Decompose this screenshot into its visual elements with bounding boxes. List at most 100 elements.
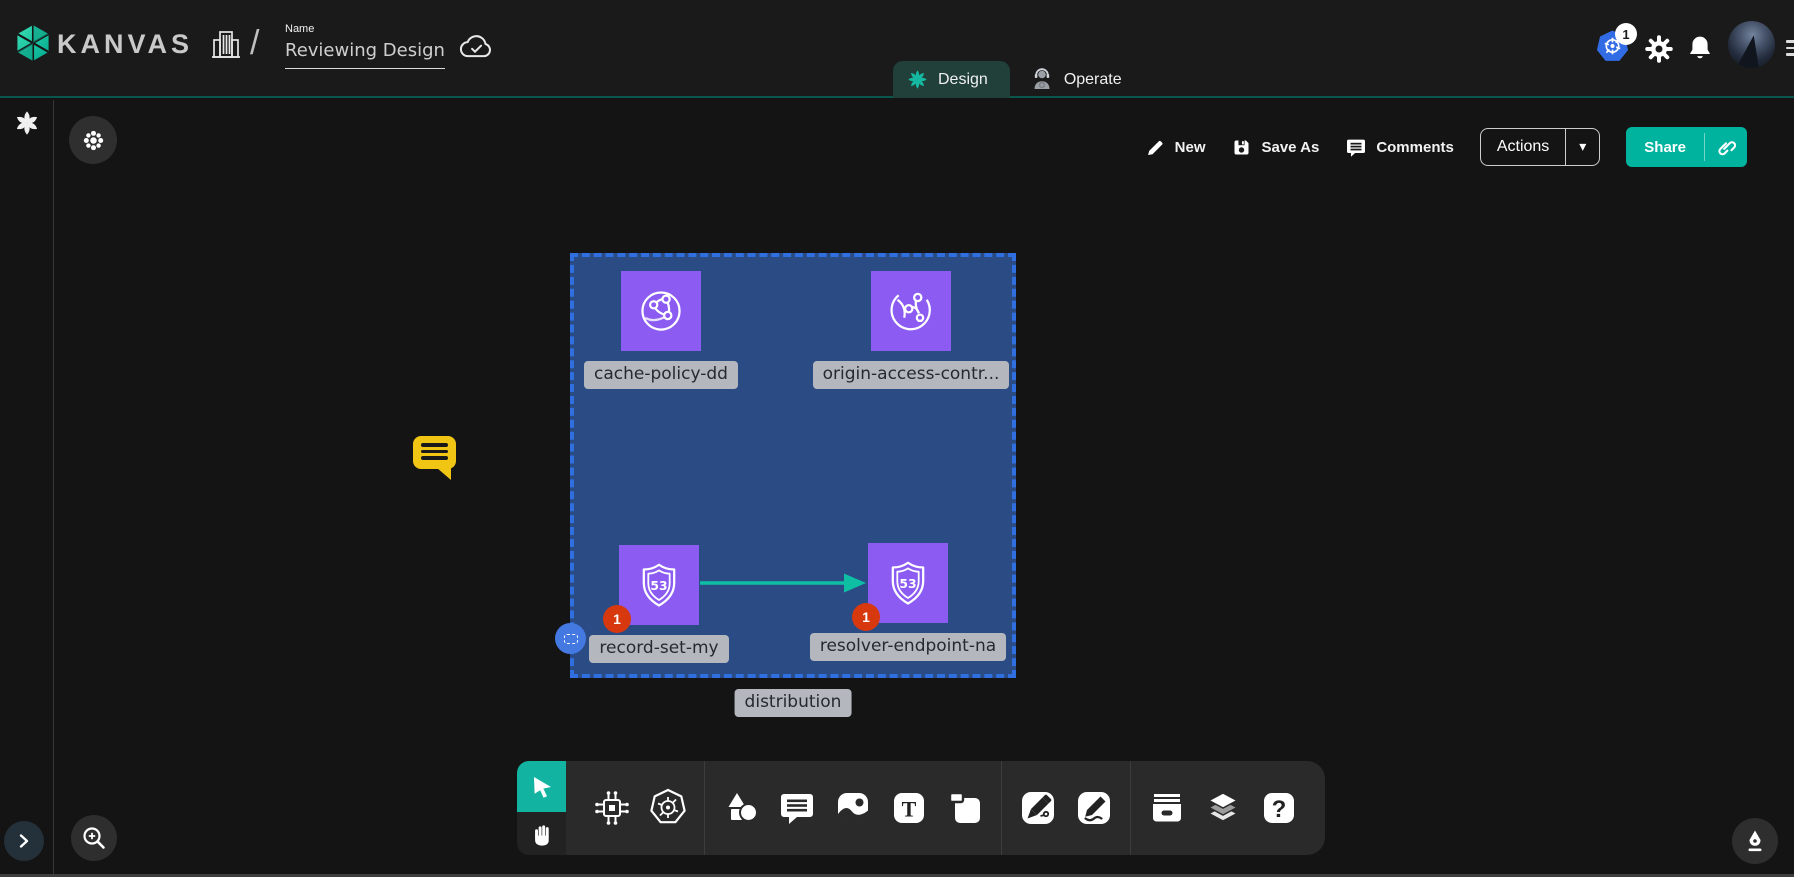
save-as-button[interactable]: Save As: [1231, 137, 1319, 158]
group-label-wrap: distribution: [735, 689, 852, 717]
save-as-label: Save As: [1261, 139, 1319, 156]
chevron-right-icon: [15, 832, 33, 850]
hand-icon: [529, 821, 555, 847]
link-icon: [1715, 136, 1737, 158]
app-header: KANVAS / Name: [0, 0, 1794, 98]
shapes-icon: [719, 786, 763, 830]
comment-bubble-icon: [775, 786, 819, 830]
copy-link-button[interactable]: [1705, 127, 1747, 167]
help-tool-button[interactable]: ?: [1256, 785, 1302, 831]
freehand-pencil-icon: [1072, 786, 1116, 830]
text-tool-button[interactable]: T: [886, 785, 932, 831]
tool-panel: T: [566, 761, 1325, 855]
brand-wordmark[interactable]: KANVAS: [57, 29, 193, 60]
breadcrumb-separator: /: [250, 24, 259, 63]
actions-split-button: Actions ▾: [1480, 128, 1600, 166]
node-record-set[interactable]: 1 53 record-set-my: [569, 545, 749, 663]
comments-label: Comments: [1376, 139, 1454, 156]
comment-tool-button[interactable]: [774, 785, 820, 831]
notifications-bell-icon[interactable]: [1687, 33, 1713, 63]
image-icon: [831, 786, 875, 830]
pencil-tool-button[interactable]: [1071, 785, 1117, 831]
design-tab-icon: [907, 69, 928, 90]
organization-icon[interactable]: [210, 27, 242, 63]
kubernetes-tool-button[interactable]: [645, 785, 691, 831]
design-pen-button[interactable]: [1732, 818, 1778, 864]
design-name-group: Name: [285, 23, 445, 69]
settings-gear-icon[interactable]: [1644, 34, 1674, 64]
tab-design[interactable]: Design: [893, 61, 1010, 98]
comment-marker[interactable]: [413, 436, 456, 469]
image-tool-button[interactable]: [830, 785, 876, 831]
new-design-label: New: [1175, 139, 1206, 156]
new-design-button[interactable]: New: [1145, 137, 1206, 158]
shapes-tool-button[interactable]: [718, 785, 764, 831]
caret-down-icon: ▾: [1579, 139, 1586, 155]
design-tab-label: Design: [938, 71, 988, 89]
distribution-group-node[interactable]: cache-policy-dd origin-access-contr... 1: [570, 253, 1016, 678]
kanvas-logo-icon[interactable]: [13, 23, 53, 63]
layers-icon: [1201, 786, 1245, 830]
node-count-badge: 1: [603, 605, 631, 633]
cursor-icon: [529, 774, 555, 800]
integration-chip-icon: [590, 786, 634, 830]
drawer-icon: [1145, 786, 1189, 830]
actions-button[interactable]: Actions: [1481, 129, 1565, 165]
node-cache-policy[interactable]: cache-policy-dd: [571, 271, 751, 389]
kubernetes-helm-icon: [646, 786, 690, 830]
operate-tab-icon: [1030, 68, 1054, 92]
saved-to-cloud-icon: [458, 31, 494, 61]
operate-tab-label: Operate: [1064, 71, 1122, 89]
design-name-label: Name: [285, 23, 445, 35]
node-label: resolver-endpoint-na: [810, 633, 1006, 661]
pen-nib-icon: [1742, 828, 1768, 854]
pencil-icon: [1145, 137, 1166, 158]
edge-pen-icon: [1016, 786, 1060, 830]
toolbar-separator: [1001, 761, 1002, 855]
select-tool-button[interactable]: [517, 761, 566, 812]
meshery-spiral-icon[interactable]: [13, 109, 41, 137]
comments-button[interactable]: Comments: [1345, 136, 1454, 158]
component-tool-button[interactable]: [589, 785, 635, 831]
layers-tool-button[interactable]: [1200, 785, 1246, 831]
node-label: origin-access-contr...: [813, 361, 1010, 389]
note-tool-button[interactable]: [942, 785, 988, 831]
toolbar-separator: [1130, 761, 1131, 855]
node-label: cache-policy-dd: [584, 361, 738, 389]
toolbar-separator: [704, 761, 705, 855]
overflow-menu-icon[interactable]: [1786, 40, 1794, 60]
group-icon: [564, 634, 578, 644]
help-icon: ?: [1257, 786, 1301, 830]
node-origin-access-control[interactable]: origin-access-contr...: [821, 271, 1001, 389]
kubernetes-count-badge: 1: [1615, 23, 1637, 45]
zoom-in-button[interactable]: [71, 815, 117, 861]
node-count-badge: 1: [852, 603, 880, 631]
pan-tool-button[interactable]: [517, 812, 566, 855]
kubernetes-context-button[interactable]: 1: [1596, 30, 1630, 64]
note-icon: [943, 786, 987, 830]
dock-toolbar: T: [517, 761, 1325, 855]
share-split-button: Share: [1626, 127, 1747, 167]
node-resolver-endpoint[interactable]: 1 53 resolver-endpoint-na: [818, 543, 998, 661]
svg-text:?: ?: [1272, 796, 1287, 823]
route53-resolver-endpoint-icon: 1 53: [868, 543, 948, 623]
group-selection-handle[interactable]: [555, 623, 586, 654]
actions-dropdown-button[interactable]: ▾: [1566, 129, 1599, 165]
share-button[interactable]: Share: [1626, 127, 1704, 167]
cloudfront-origin-access-control-icon: [871, 271, 951, 351]
cloudfront-cache-policy-icon: [621, 271, 701, 351]
edge-tool-button[interactable]: [1015, 785, 1061, 831]
node-label: record-set-my: [589, 635, 728, 663]
svg-text:T: T: [902, 797, 917, 822]
expand-sidebar-button[interactable]: [4, 821, 44, 861]
group-label: distribution: [735, 689, 852, 717]
user-avatar[interactable]: [1728, 21, 1775, 68]
design-name-input[interactable]: [285, 37, 445, 69]
route53-record-set-icon: 1 53: [619, 545, 699, 625]
mode-tabs: Design Operate: [893, 61, 1142, 98]
text-icon: T: [887, 786, 931, 830]
svg-text:53: 53: [650, 579, 667, 593]
comments-icon: [1345, 136, 1367, 158]
tab-operate[interactable]: Operate: [1010, 61, 1142, 98]
archive-tool-button[interactable]: [1144, 785, 1190, 831]
